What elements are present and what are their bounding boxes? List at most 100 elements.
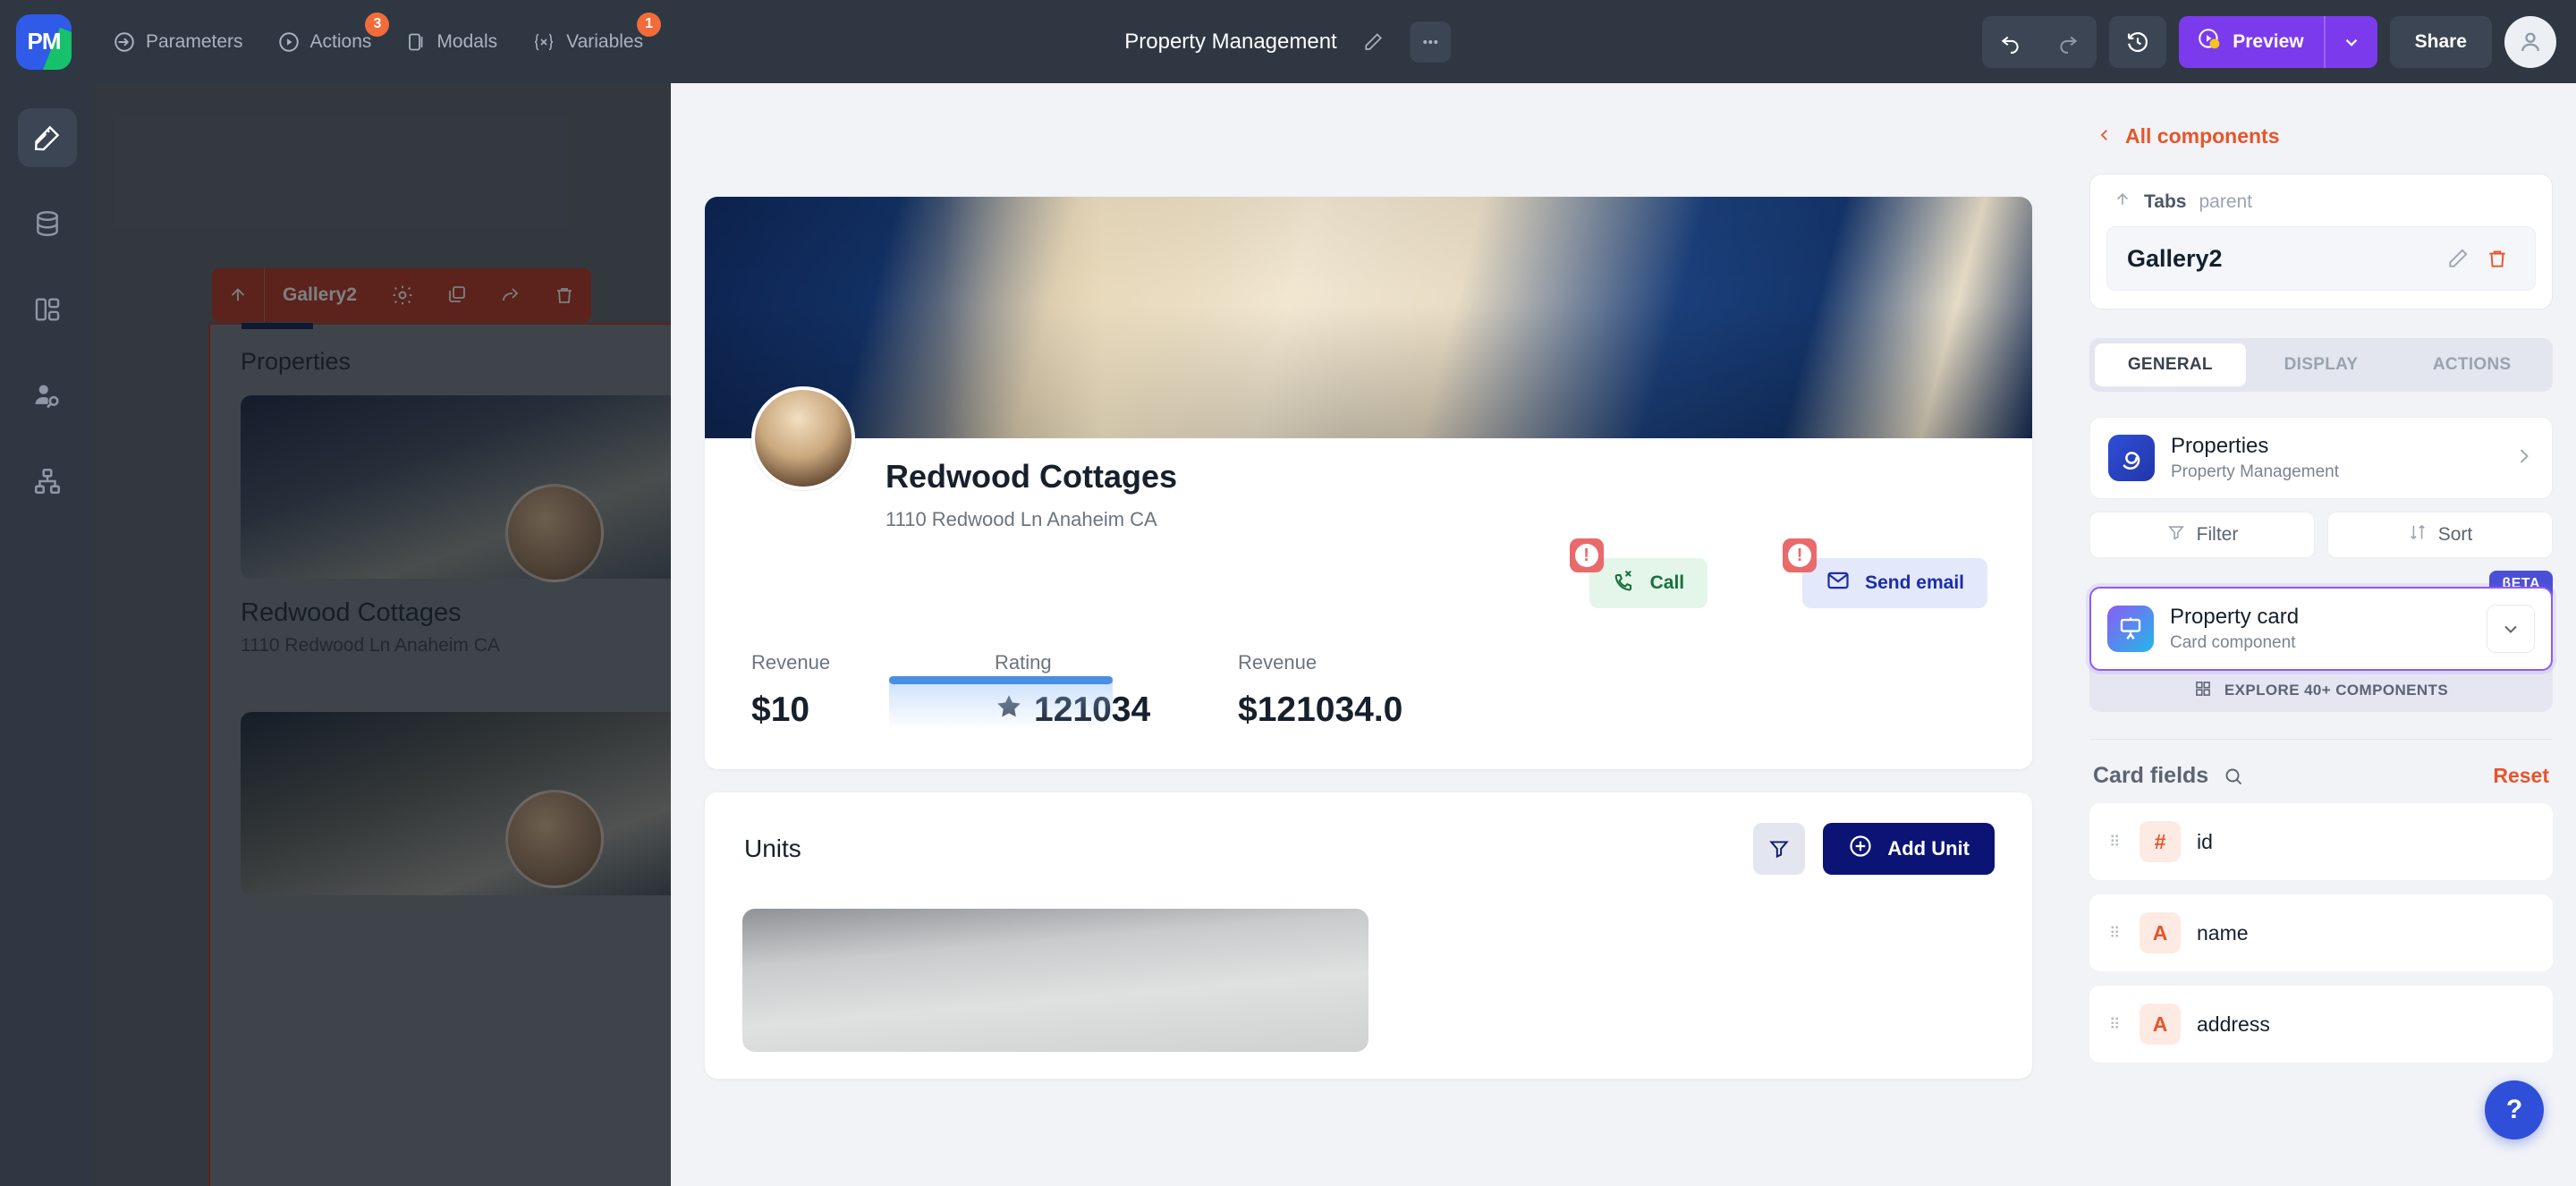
units-filter-icon[interactable] <box>1753 823 1806 875</box>
field-type-icon: A <box>2140 1004 2181 1045</box>
nav-label: Parameters <box>146 30 243 52</box>
user-avatar[interactable] <box>2504 15 2556 68</box>
units-card: Units Add Unit <box>705 792 2032 1079</box>
drag-handle-icon[interactable]: ⠿ <box>2109 926 2123 941</box>
card-component-icon <box>2107 606 2154 652</box>
arrow-up-icon <box>2114 191 2131 214</box>
property-headings: Redwood Cottages 1110 Redwood Ln Anaheim… <box>886 438 1177 531</box>
add-unit-label: Add Unit <box>1887 837 1970 860</box>
phone-icon <box>1613 569 1636 597</box>
chevron-left-icon <box>2097 124 2113 148</box>
modal-body: Redwood Cottages 1110 Redwood Ln Anaheim… <box>705 197 2032 1186</box>
sidebar-item-layout[interactable] <box>18 280 77 339</box>
resource-title: Properties <box>2171 434 2269 458</box>
tab-actions[interactable]: ACTIONS <box>2396 343 2547 386</box>
play-circle-icon <box>277 30 301 54</box>
filter-icon <box>2166 522 2186 547</box>
units-title: Units <box>744 834 801 862</box>
reset-button[interactable]: Reset <box>2493 764 2549 788</box>
sidebar-item-permissions[interactable] <box>18 366 77 425</box>
nav-modals[interactable]: Modals <box>403 24 499 60</box>
card-fields-title: Card fields <box>2093 763 2209 788</box>
component-chevron-down-icon[interactable] <box>2487 605 2535 653</box>
nav-actions[interactable]: Actions 3 <box>275 12 390 61</box>
resource-selector[interactable]: Properties Property Management <box>2089 417 2553 499</box>
back-label: All components <box>2125 124 2280 148</box>
share-button[interactable]: Share <box>2389 15 2492 68</box>
grid-icon <box>2194 680 2212 702</box>
selected-component-row: Gallery2 <box>2106 226 2536 291</box>
tab-display[interactable]: DISPLAY <box>2246 343 2397 386</box>
left-rail <box>0 83 94 1186</box>
back-to-all-components[interactable]: All components <box>2066 83 2576 148</box>
right-inspector-panel: All components Tabs parent Gallery2 GENE… <box>2066 83 2576 1186</box>
property-summary-card: Redwood Cottages 1110 Redwood Ln Anaheim… <box>705 197 2032 769</box>
drag-drop-indicator <box>889 676 1113 730</box>
delete-component-icon[interactable] <box>2478 239 2517 278</box>
units-actions: Add Unit <box>1753 823 1995 875</box>
error-exclamation-icon: ! <box>1574 544 1598 567</box>
parent-breadcrumb[interactable]: Tabs parent <box>2106 191 2536 214</box>
property-hero-image <box>705 197 2032 438</box>
explore-components-button[interactable]: EXPLORE 40+ COMPONENTS <box>2089 664 2553 712</box>
stats-row: Revenue $10 Rating 121034 Revenue <box>705 608 2032 769</box>
stat-revenue-2[interactable]: Revenue $121034.0 <box>1238 651 1481 730</box>
explore-label: EXPLORE 40+ COMPONENTS <box>2224 682 2449 699</box>
app-logo[interactable]: PM <box>16 13 72 70</box>
sidebar-item-design[interactable] <box>17 108 77 167</box>
component-subtitle: Card component <box>2170 633 2296 652</box>
nav-variables[interactable]: Variables 1 <box>530 12 662 61</box>
plus-circle-icon <box>1848 834 1873 864</box>
preview-main[interactable]: Preview <box>2179 16 2323 68</box>
tab-general[interactable]: GENERAL <box>2095 343 2246 386</box>
curly-x-icon <box>531 30 556 54</box>
property-detail-modal: Redwood Cottages 1110 Redwood Ln Anaheim… <box>671 83 2066 1186</box>
send-email-button[interactable]: Send email <box>1802 558 1987 608</box>
component-selector[interactable]: Property card Card component <box>2089 587 2553 671</box>
preview-label: Preview <box>2233 30 2304 52</box>
inspector-tabs: GENERAL DISPLAY ACTIONS <box>2089 338 2553 392</box>
list-item[interactable]: ⠿ A address <box>2089 986 2553 1063</box>
drag-handle-icon[interactable]: ⠿ <box>2109 1017 2123 1032</box>
stat-label: Revenue <box>751 651 831 673</box>
sort-button[interactable]: Sort <box>2327 512 2553 558</box>
card-fields-header: Card fields Reset <box>2066 740 2576 789</box>
call-error-badge[interactable]: ! <box>1569 538 1604 572</box>
undo-icon[interactable] <box>1982 16 2039 68</box>
sort-label: Sort <box>2437 524 2473 545</box>
search-icon[interactable] <box>2223 766 2244 787</box>
rename-pencil-icon[interactable] <box>2438 239 2478 278</box>
share-label: Share <box>2414 30 2467 52</box>
unit-thumbnail[interactable] <box>742 909 1368 1052</box>
list-item[interactable]: ⠿ # id <box>2089 803 2553 880</box>
list-item[interactable]: ⠿ A name <box>2089 894 2553 971</box>
avatar <box>751 386 855 490</box>
arrow-into-door-icon <box>113 30 136 54</box>
email-error-badge[interactable]: ! <box>1783 538 1818 572</box>
help-button[interactable]: ? <box>2485 1080 2544 1139</box>
resource-spiral-icon <box>2108 435 2155 481</box>
filter-sort-row: Filter Sort <box>2089 512 2553 558</box>
filter-label: Filter <box>2196 524 2239 545</box>
more-options-icon[interactable] <box>1410 21 1452 63</box>
sidebar-item-data[interactable] <box>18 194 77 253</box>
add-unit-button[interactable]: Add Unit <box>1823 823 1995 875</box>
nav-parameters[interactable]: Parameters <box>111 23 245 61</box>
selected-component-name: Gallery2 <box>2127 244 2223 272</box>
top-bar: PM Parameters Actions 3 Modals Variables… <box>0 0 2576 83</box>
nav-label: Actions <box>309 30 372 52</box>
sidebar-item-hierarchy[interactable] <box>18 452 77 511</box>
chevron-down-icon[interactable] <box>2326 16 2377 68</box>
call-button[interactable]: Call <box>1589 558 1708 608</box>
field-type-icon: # <box>2140 821 2181 862</box>
filter-button[interactable]: Filter <box>2089 512 2315 558</box>
redo-icon[interactable] <box>2039 16 2097 68</box>
history-icon[interactable] <box>2109 15 2167 68</box>
drag-handle-icon[interactable]: ⠿ <box>2109 834 2123 850</box>
edit-title-pencil-icon[interactable] <box>1353 21 1394 63</box>
chevron-right-icon <box>2512 445 2534 471</box>
call-label: Call <box>1649 572 1685 593</box>
preview-button[interactable]: Preview <box>2179 15 2377 68</box>
resource-subtitle: Property Management <box>2171 462 2339 481</box>
variables-badge: 1 <box>637 12 662 37</box>
